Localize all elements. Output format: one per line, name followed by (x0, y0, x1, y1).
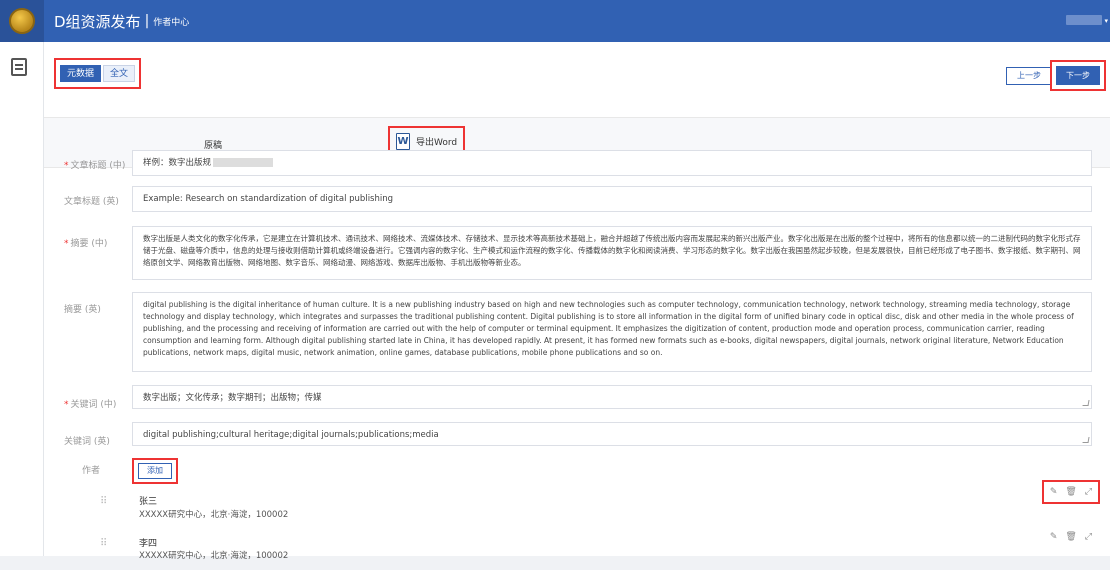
logo-emblem-icon (9, 8, 35, 34)
drag-handle-icon[interactable]: ⠿ (100, 497, 108, 512)
drag-handle-icon[interactable]: ⠿ (100, 539, 108, 554)
author-name: 李四 (139, 539, 158, 549)
user-menu[interactable] (1066, 15, 1102, 25)
keywords-cn-textarea[interactable]: 数字出版；文化传承；数字期刊；出版物；传媒 (132, 385, 1092, 409)
author-address: XXXXX研究中心，北京·海淀，100002 (139, 551, 289, 561)
title-cn-input[interactable]: 样例：数字出版规 (132, 150, 1092, 176)
toolbar: 元数据 全文 上一步 下一步 (44, 42, 1110, 118)
author-actions: ✎ 🗑 ⤢ (1050, 532, 1092, 542)
delete-icon[interactable]: 🗑 (1065, 532, 1076, 542)
author-actions: ✎ 🗑 ⤢ (1041, 480, 1100, 504)
tab-fulltext[interactable]: 全文 (103, 65, 136, 82)
keywords-en-label: 关键词 (英) (64, 437, 110, 447)
app-subtitle: 作者中心 (153, 17, 190, 28)
next-step-button[interactable]: 下一步 (1056, 66, 1100, 85)
prev-step-button[interactable]: 上一步 (1006, 67, 1052, 85)
sidebar (0, 42, 44, 556)
next-step-highlight: 下一步 (1050, 60, 1106, 91)
expand-icon[interactable]: ⤢ (1085, 487, 1092, 497)
app-logo (0, 0, 44, 42)
document-icon[interactable] (11, 58, 27, 76)
author-address: XXXXX研究中心，北京·海淀，100002 (139, 510, 289, 520)
title-en-label: 文章标题 (英) (64, 197, 119, 207)
resize-handle-icon[interactable] (1082, 400, 1090, 406)
author-item: ⠿ 张三 XXXXX研究中心，北京·海淀，100002 ✎ 🗑 ⤢ (44, 480, 1110, 528)
author-item: ⠿ 李四 XXXXX研究中心，北京·海淀，100002 ✎ 🗑 ⤢ (44, 530, 1110, 570)
abstract-en-label: 摘要 (英) (64, 305, 101, 315)
word-icon: W (396, 133, 410, 150)
top-navbar: D组资源发布 | 作者中心 ▾ (0, 0, 1110, 42)
main-content: 元数据 全文 上一步 下一步 原稿 W 导出Word * 文章标题 (中) 样例：… (44, 42, 1110, 561)
author-name: 张三 (139, 497, 158, 507)
keywords-cn-label: * 关键词 (中) (64, 400, 117, 410)
delete-icon[interactable]: 🗑 (1065, 487, 1076, 497)
edit-icon[interactable]: ✎ (1050, 532, 1058, 542)
export-word-label: 导出Word (416, 138, 458, 148)
authors-label: 作者 (82, 466, 101, 476)
title-en-input[interactable]: Example: Research on standardization of … (132, 186, 1092, 212)
view-mode-switch: 元数据 全文 (54, 58, 142, 89)
add-author-highlight: 添加 (132, 458, 178, 484)
caret-down-icon[interactable]: ▾ (1104, 17, 1108, 25)
add-author-button[interactable]: 添加 (138, 463, 172, 479)
keywords-en-textarea[interactable]: digital publishing;cultural heritage;dig… (132, 422, 1092, 446)
abstract-cn-textarea[interactable]: 数字出版是人类文化的数字化传承，它是建立在计算机技术、通讯技术、网络技术、流媒体… (132, 226, 1092, 280)
title-cn-label: * 文章标题 (中) (64, 161, 126, 171)
expand-icon[interactable]: ⤢ (1085, 532, 1092, 542)
abstract-cn-label: * 摘要 (中) (64, 239, 108, 249)
edit-icon[interactable]: ✎ (1050, 487, 1058, 497)
app-title: D组资源发布 (54, 12, 141, 31)
tab-metadata[interactable]: 元数据 (60, 65, 102, 82)
abstract-en-textarea[interactable]: digital publishing is the digital inheri… (132, 292, 1092, 372)
resize-handle-icon[interactable] (1082, 437, 1090, 443)
title-divider: | (144, 13, 150, 29)
